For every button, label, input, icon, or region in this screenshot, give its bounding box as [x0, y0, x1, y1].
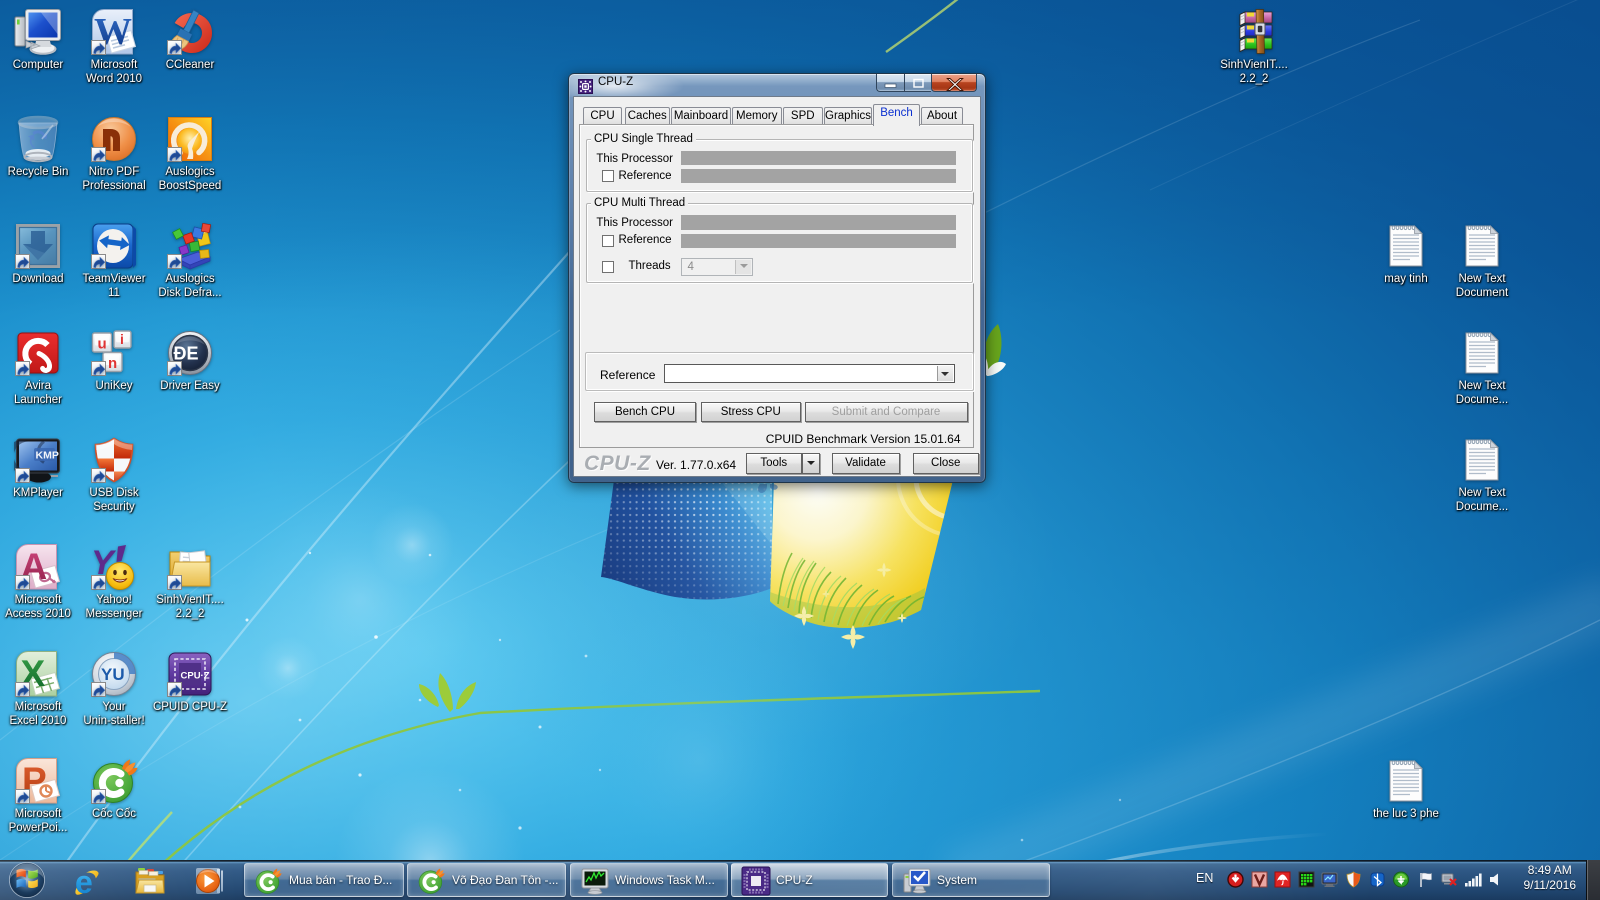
svg-text:e: e	[75, 866, 93, 896]
svg-text:KMP: KMP	[36, 450, 59, 462]
svg-text:i: i	[120, 331, 124, 347]
svg-text:n: n	[108, 355, 117, 372]
svg-text:u: u	[98, 336, 107, 353]
